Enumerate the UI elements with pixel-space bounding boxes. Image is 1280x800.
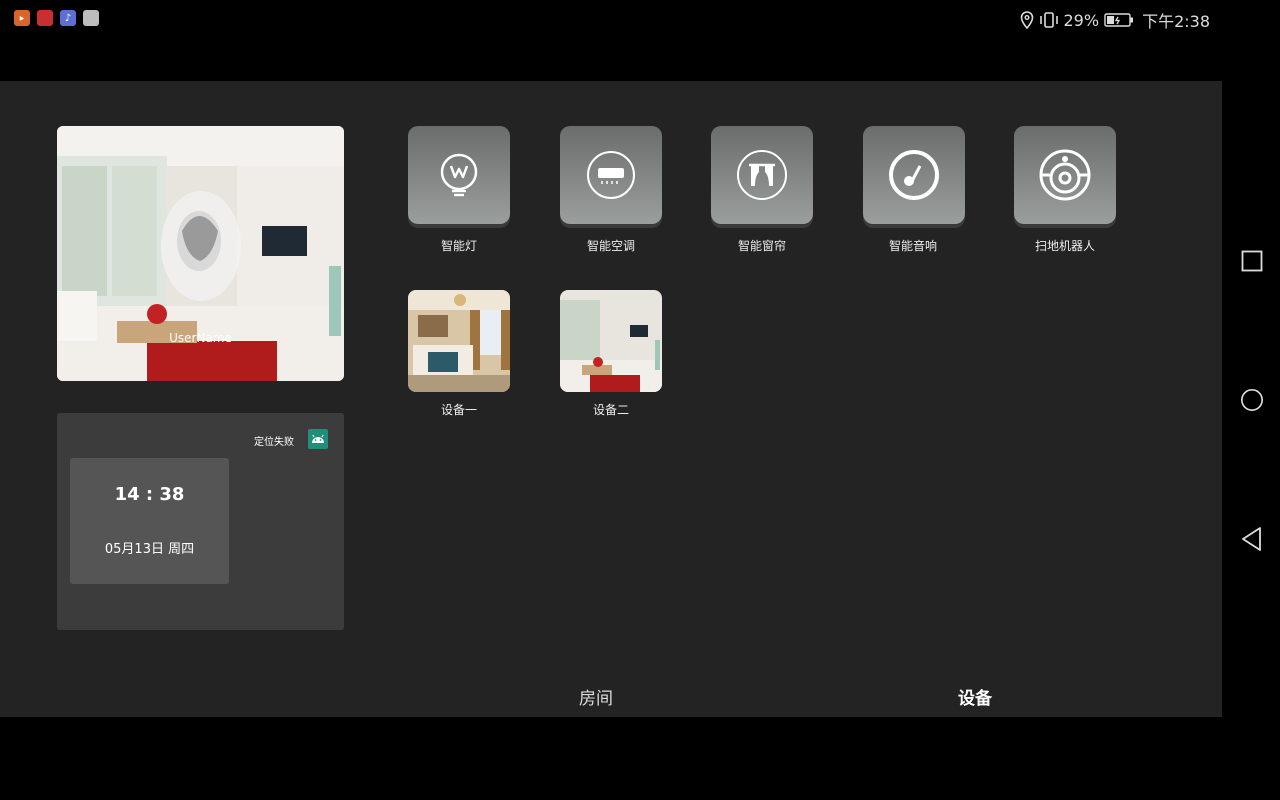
light-bulb-icon [440, 153, 478, 197]
bedroom-image [408, 290, 510, 392]
navigation-bar [1222, 0, 1280, 800]
video-app-icon: ▶ [14, 10, 30, 26]
music-note-icon [889, 150, 939, 200]
profile-card[interactable]: UserName [57, 126, 344, 381]
device-label: 智能窗帘 [737, 239, 786, 253]
vibrate-icon [1039, 11, 1059, 29]
living-room-image [560, 290, 662, 392]
recent-apps-button[interactable] [1240, 249, 1264, 273]
device-tile-robot-vacuum[interactable] [1014, 126, 1116, 224]
device-label: 智能音响 [888, 239, 937, 253]
back-triangle-icon [1242, 527, 1261, 551]
weather-card: 定位失败 14 : 38 05月13日 周四 [57, 413, 344, 630]
device-tile-light[interactable] [408, 126, 510, 224]
room-label: 设备二 [592, 403, 629, 417]
curtain-icon [737, 150, 787, 200]
device-tile-air-conditioner[interactable] [560, 126, 662, 224]
status-indicators: 29% 下午2:38 [1020, 8, 1210, 32]
square-icon [1241, 250, 1263, 272]
robot-vacuum-icon [1039, 149, 1091, 201]
location-icon [1020, 11, 1034, 29]
main-panel: UserName 定位失败 14 : 38 05月13日 周四 智能灯 智能空调… [0, 81, 1222, 717]
device-tile-curtain[interactable] [711, 126, 813, 224]
username-label: UserName [169, 331, 232, 345]
location-status: 定位失败 [254, 437, 294, 448]
room-label: 设备一 [440, 403, 477, 417]
battery-icon [1104, 13, 1134, 27]
clock-date: 05月13日 周四 [104, 542, 195, 557]
music-app-icon: ♪ [60, 10, 76, 26]
air-conditioner-icon [587, 151, 635, 199]
tab-room[interactable]: 房间 [579, 684, 613, 709]
device-label: 智能空调 [586, 239, 635, 253]
android-icon [308, 429, 328, 449]
notification-icons: ▶ ♪ [14, 10, 99, 26]
tab-device[interactable]: 设备 [958, 684, 992, 709]
room-tile-1[interactable] [408, 290, 510, 392]
gray-app-icon [83, 10, 99, 26]
red-app-icon [37, 10, 53, 26]
home-button[interactable] [1240, 388, 1264, 412]
clock-box: 14 : 38 05月13日 周四 [70, 458, 229, 584]
status-bar: ▶ ♪ 29% 下午2:38 [0, 0, 1222, 38]
device-label: 智能灯 [440, 239, 477, 253]
back-button[interactable] [1240, 527, 1264, 551]
clock-time: 14 : 38 [114, 484, 185, 505]
device-tile-speaker[interactable] [863, 126, 965, 224]
battery-percent: 29% [1063, 10, 1100, 30]
room-tile-2[interactable] [560, 290, 662, 392]
device-label: 扫地机器人 [1034, 239, 1095, 253]
circle-icon [1241, 389, 1263, 411]
status-time: 下午2:38 [1142, 12, 1210, 31]
